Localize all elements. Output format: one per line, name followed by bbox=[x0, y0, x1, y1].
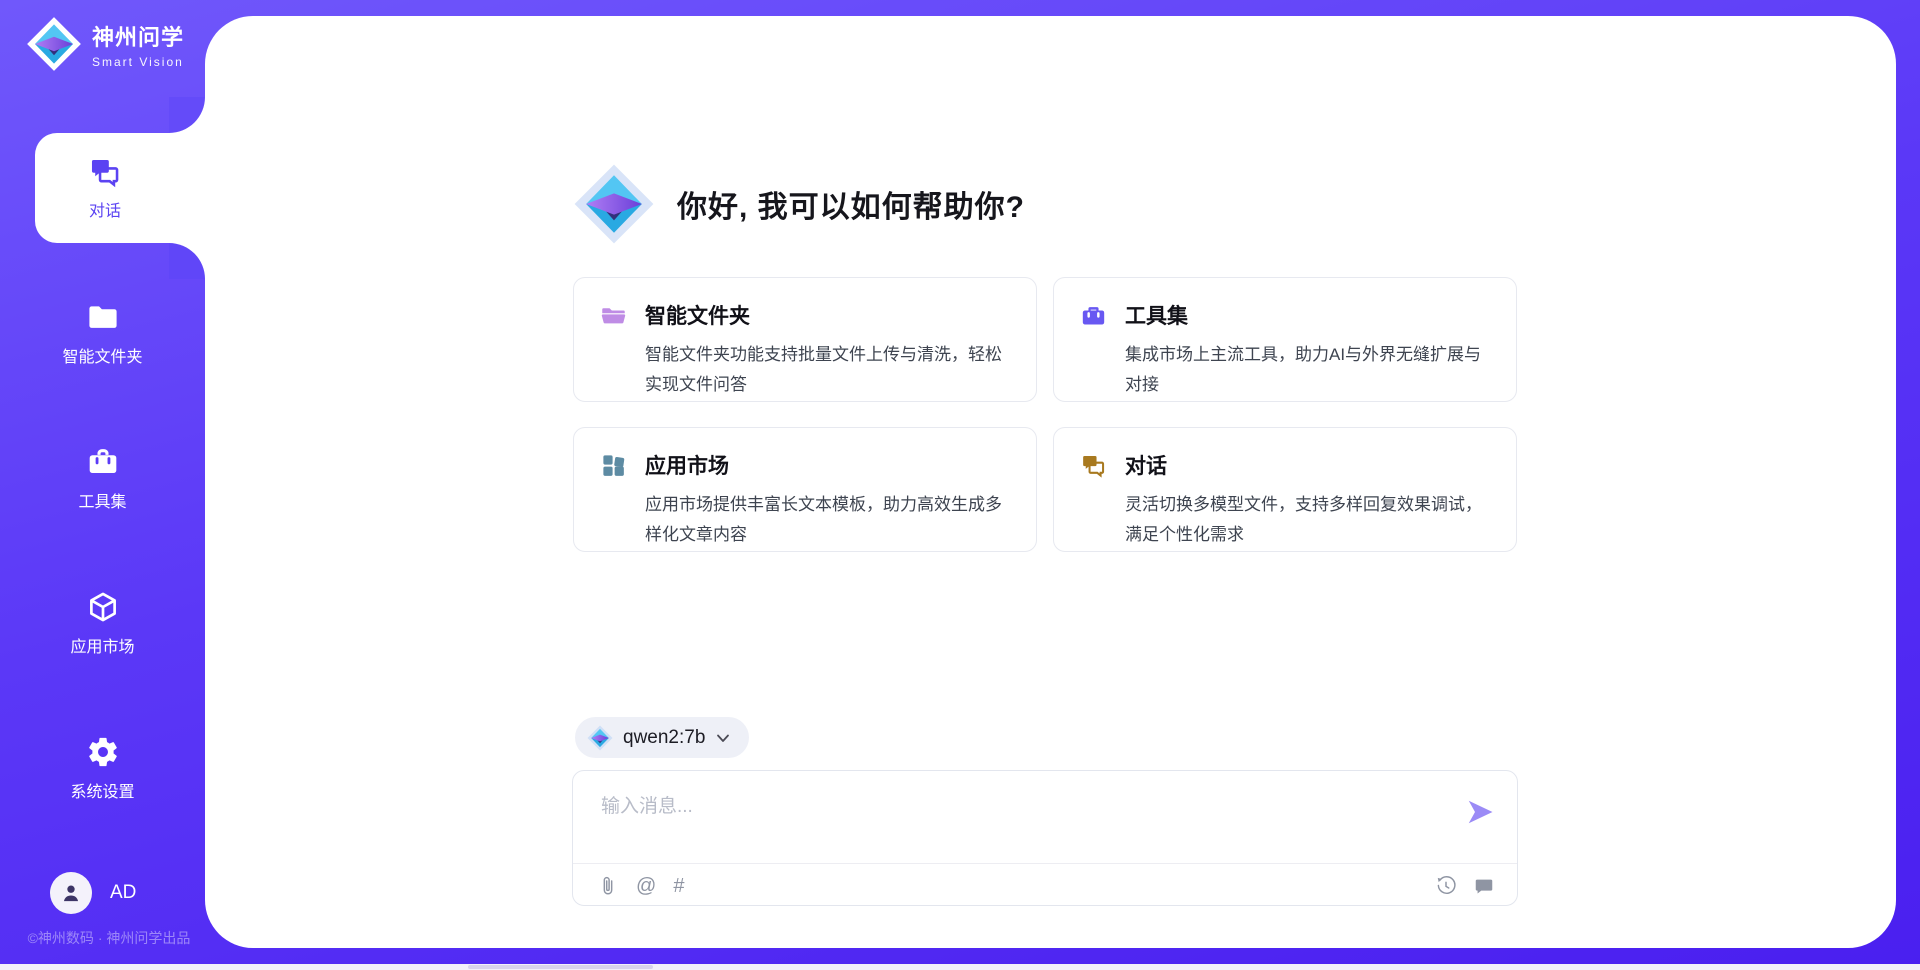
model-name: qwen2:7b bbox=[623, 727, 705, 749]
tab-fillet-bottom bbox=[169, 243, 205, 279]
chat-icon bbox=[1080, 452, 1107, 479]
sidebar-item-toolset[interactable]: 工具集 bbox=[0, 445, 205, 512]
card-head: 智能文件夹 bbox=[600, 300, 1010, 330]
sidebar: 神州问学 Smart Vision 对话 智能文件夹 bbox=[0, 0, 205, 970]
card-app-market[interactable]: 应用市场 应用市场提供丰富长文本模板，助力高效生成多样化文章内容 bbox=[573, 427, 1037, 552]
app-root: 你好, 我可以如何帮助你? 智能文件夹 智能文件夹功能支持批量文件上传与清洗，轻… bbox=[0, 0, 1920, 970]
card-chat[interactable]: 对话 灵活切换多模型文件，支持多样回复效果调试，满足个性化需求 bbox=[1053, 427, 1517, 552]
person-icon bbox=[58, 880, 84, 906]
tab-fillet-top bbox=[169, 97, 205, 133]
card-head: 应用市场 bbox=[600, 450, 1010, 480]
card-title: 对话 bbox=[1125, 450, 1167, 480]
sidebar-logo-icon bbox=[26, 16, 82, 72]
attach-icon[interactable] bbox=[597, 875, 619, 897]
sidebar-item-label: 工具集 bbox=[78, 488, 126, 512]
chat-icon bbox=[88, 155, 122, 189]
greeting-row: 你好, 我可以如何帮助你? bbox=[573, 163, 1025, 245]
send-icon[interactable] bbox=[1465, 797, 1495, 827]
open-folder-icon bbox=[600, 302, 627, 329]
user-row: AD bbox=[50, 872, 136, 914]
history-icon[interactable] bbox=[1435, 875, 1457, 897]
folder-icon bbox=[86, 300, 120, 334]
card-smart-folder[interactable]: 智能文件夹 智能文件夹功能支持批量文件上传与清洗，轻松实现文件问答 bbox=[573, 277, 1037, 402]
sidebar-item-label: 对话 bbox=[89, 197, 121, 221]
composer: @ # bbox=[572, 770, 1518, 906]
card-desc: 集成市场上主流工具，助力AI与外界无缝扩展与对接 bbox=[1125, 340, 1490, 400]
card-title: 工具集 bbox=[1125, 300, 1188, 330]
brand: 神州问学 Smart Vision bbox=[26, 16, 184, 72]
sidebar-item-chat[interactable]: 对话 bbox=[35, 133, 205, 243]
message-input[interactable] bbox=[573, 771, 1517, 863]
card-desc: 灵活切换多模型文件，支持多样回复效果调试，满足个性化需求 bbox=[1125, 490, 1490, 550]
cube-icon bbox=[86, 590, 120, 624]
sidebar-item-app-market[interactable]: 应用市场 bbox=[0, 590, 205, 657]
sidebar-item-label: 应用市场 bbox=[70, 633, 134, 657]
comment-icon[interactable] bbox=[1473, 875, 1495, 897]
card-title: 应用市场 bbox=[645, 450, 729, 480]
user-name: AD bbox=[110, 882, 136, 904]
card-head: 工具集 bbox=[1080, 300, 1490, 330]
card-toolset[interactable]: 工具集 集成市场上主流工具，助力AI与外界无缝扩展与对接 bbox=[1053, 277, 1517, 402]
card-title: 智能文件夹 bbox=[645, 300, 750, 330]
card-head: 对话 bbox=[1080, 450, 1490, 480]
brand-title: 神州问学 bbox=[92, 20, 184, 52]
at-icon[interactable]: @ bbox=[636, 875, 656, 897]
sidebar-item-label: 智能文件夹 bbox=[62, 343, 142, 367]
card-desc: 应用市场提供丰富长文本模板，助力高效生成多样化文章内容 bbox=[645, 490, 1010, 550]
scrollbar-thumb[interactable] bbox=[468, 965, 653, 969]
brand-diamond-icon bbox=[573, 163, 655, 245]
card-desc: 智能文件夹功能支持批量文件上传与清洗，轻松实现文件问答 bbox=[645, 340, 1010, 400]
composer-tools-left: @ # bbox=[597, 875, 684, 897]
composer-tools-right bbox=[1435, 875, 1495, 897]
sidebar-item-smart-folder[interactable]: 智能文件夹 bbox=[0, 300, 205, 367]
horizontal-scrollbar[interactable] bbox=[0, 964, 1920, 970]
composer-divider bbox=[573, 863, 1517, 864]
model-selector[interactable]: qwen2:7b bbox=[575, 717, 749, 758]
main-content-panel: 你好, 我可以如何帮助你? 智能文件夹 智能文件夹功能支持批量文件上传与清洗，轻… bbox=[205, 16, 1896, 948]
brand-subtitle: Smart Vision bbox=[92, 55, 184, 69]
greeting-text: 你好, 我可以如何帮助你? bbox=[677, 182, 1025, 226]
gear-icon bbox=[86, 735, 120, 769]
model-diamond-icon bbox=[587, 725, 613, 751]
briefcase-icon bbox=[1080, 302, 1107, 329]
briefcase-icon bbox=[86, 445, 120, 479]
hash-icon[interactable]: # bbox=[673, 875, 684, 897]
sidebar-item-label: 系统设置 bbox=[70, 778, 134, 802]
apps-grid-icon bbox=[600, 452, 627, 479]
copyright: ©神州数码 · 神州问学出品 bbox=[14, 928, 204, 948]
avatar[interactable] bbox=[50, 872, 92, 914]
chevron-down-icon bbox=[715, 730, 731, 746]
sidebar-item-settings[interactable]: 系统设置 bbox=[0, 735, 205, 802]
